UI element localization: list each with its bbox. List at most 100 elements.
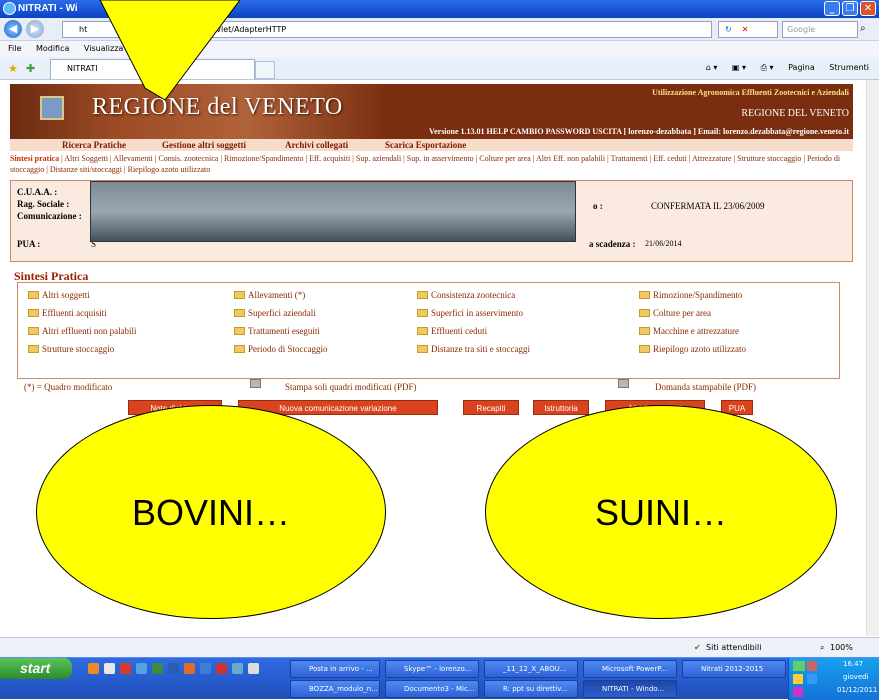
search-icon[interactable]: ⌕: [860, 23, 866, 34]
taskbar-item[interactable]: Microsoft PowerP...: [583, 660, 677, 678]
nav-gestione-altri-soggetti[interactable]: Gestione altri soggetti: [162, 139, 246, 151]
quicklaunch-icon[interactable]: [152, 663, 163, 674]
tray-icon[interactable]: [793, 661, 805, 671]
status-zoom[interactable]: 100%: [830, 643, 853, 652]
quicklaunch-icon[interactable]: [104, 663, 115, 674]
bovini-oval: BOVINI…: [36, 405, 386, 619]
sintesi-grid: Altri soggetti Allevamenti (*) Consisten…: [17, 282, 840, 379]
banner-logo-text: REGIONE del VENETO: [92, 94, 343, 120]
subnav-links[interactable]: | Altri Soggetti | Allevamenti | Consis.…: [10, 154, 840, 174]
clock-time[interactable]: 16.47: [843, 660, 863, 668]
minimize-button[interactable]: _: [824, 1, 840, 16]
banner-version-line[interactable]: Versione 1.13.01 HELP CAMBIO PASSWORD US…: [429, 127, 849, 136]
nav-scarica-esportazione[interactable]: Scarica Esportazione: [385, 139, 466, 151]
folder-icon: [234, 327, 245, 335]
link-allevamenti[interactable]: Allevamenti (*): [234, 290, 305, 300]
link-altri-effluenti[interactable]: Altri effluenti non palabili: [28, 326, 137, 336]
quicklaunch-icon[interactable]: [136, 663, 147, 674]
taskbar-item[interactable]: _11_12_X_ABOU...: [484, 660, 578, 678]
subnav-active[interactable]: Sintesi pratica: [10, 154, 59, 163]
tab-nitrati[interactable]: NITRATI: [50, 59, 255, 79]
taskbar-item[interactable]: BOZZA_modulo_n...: [290, 680, 380, 698]
start-button[interactable]: start: [0, 658, 72, 679]
tray-icon[interactable]: [807, 661, 817, 671]
link-distanze-siti[interactable]: Distanze tra siti e stoccaggi: [417, 344, 530, 354]
strumenti-menu[interactable]: Strumenti: [829, 63, 869, 72]
link-effluenti-acquisiti[interactable]: Effluenti acquisiti: [28, 308, 107, 318]
nav-archivi-collegati[interactable]: Archivi collegati: [285, 139, 348, 151]
banner-app-title: Utilizzazione Agronomica Effluenti Zoote…: [652, 88, 849, 97]
link-superfici-aziendali[interactable]: Superfici aziendali: [234, 308, 316, 318]
quicklaunch-icon[interactable]: [120, 663, 131, 674]
print-modified-link[interactable]: Stampa soli quadri modificati (PDF): [285, 382, 416, 392]
quicklaunch-icon[interactable]: [216, 663, 227, 674]
pagina-menu[interactable]: Pagina: [788, 63, 815, 72]
clock-date[interactable]: 01/12/2011: [837, 686, 877, 694]
link-superfici-asservimento[interactable]: Superfici in asservimento: [417, 308, 523, 318]
nav-ricerca-pratiche[interactable]: Ricerca Pratiche: [62, 139, 126, 151]
menu-file[interactable]: File: [8, 44, 21, 53]
back-button[interactable]: ◀: [4, 20, 22, 38]
add-favorite-icon[interactable]: ✚: [26, 62, 35, 75]
link-periodo-stoccaggio[interactable]: Periodo di Stoccaggio: [234, 344, 328, 354]
home-icon[interactable]: ⌂ ▾: [706, 63, 718, 72]
zoom-icon[interactable]: ⌕: [820, 643, 824, 653]
quicklaunch-icon[interactable]: [88, 663, 99, 674]
taskbar-item[interactable]: Posta in arrivo - ...: [290, 660, 380, 678]
folder-icon: [639, 345, 650, 353]
scadenza-value: 21/06/2014: [645, 239, 682, 248]
link-effluenti-ceduti[interactable]: Effluenti ceduti: [417, 326, 487, 336]
banner: REGIONE del VENETO Utilizzazione Agronom…: [10, 84, 853, 139]
stato-value: CONFERMATA IL 23/06/2009: [651, 201, 765, 211]
taskbar-item[interactable]: R: ppt su direttiv...: [484, 680, 578, 698]
print-domanda-link[interactable]: Domanda stampabile (PDF): [655, 382, 756, 392]
link-colture-per-area[interactable]: Colture per area: [639, 308, 711, 318]
maximize-button[interactable]: ❐: [842, 1, 858, 16]
new-tab-button[interactable]: [255, 61, 275, 79]
link-altri-soggetti[interactable]: Altri soggetti: [28, 290, 90, 300]
quicklaunch-icon[interactable]: [248, 663, 259, 674]
forward-button[interactable]: ▶: [26, 20, 44, 38]
menu-visualizza[interactable]: Visualizza: [84, 44, 123, 53]
feeds-icon[interactable]: ▣ ▾: [732, 63, 746, 72]
printer-icon[interactable]: [250, 379, 261, 390]
taskbar-item[interactable]: Nitrati 2012-2015: [682, 660, 786, 678]
banner-region: REGIONE DEL VENETO: [741, 108, 849, 119]
refresh-stop-group[interactable]: ↻ ✕: [718, 21, 778, 38]
tray-icon[interactable]: [793, 674, 803, 684]
quicklaunch-icon[interactable]: [184, 663, 195, 674]
taskbar-item[interactable]: Documento3 - Mic...: [385, 680, 479, 698]
window-title: NITRATI - Wi: [18, 3, 78, 14]
address-input[interactable]: ht rvlet/AdapterHTTP: [62, 21, 712, 38]
link-strutture-stoccaggio[interactable]: Strutture stoccaggio: [28, 344, 114, 354]
menu-bar: File Modifica Visualizza: [0, 41, 879, 57]
link-rimozione-spandimento[interactable]: Rimozione/Spandimento: [639, 290, 743, 300]
sub-nav[interactable]: Sintesi pratica | Altri Soggetti | Allev…: [10, 153, 853, 175]
tray-icon[interactable]: [807, 674, 817, 684]
tray-icon[interactable]: [793, 687, 803, 697]
print-icon[interactable]: ⎙ ▾: [761, 63, 774, 72]
legend-modified: (*) = Quadro modificato: [24, 382, 113, 392]
favorites-star-icon[interactable]: ★: [8, 62, 18, 75]
folder-icon: [28, 345, 39, 353]
recapiti-button[interactable]: Recapiti: [463, 400, 519, 415]
link-riepilogo-azoto[interactable]: Riepilogo azoto utilizzato: [639, 344, 746, 354]
taskbar-item[interactable]: Skype™ - lorenzo...: [385, 660, 479, 678]
quicklaunch-icon[interactable]: [232, 663, 243, 674]
taskbar-item-active[interactable]: NITRATI - Windo...: [583, 680, 677, 698]
status-sites: Siti attendibili: [706, 643, 762, 652]
vertical-scrollbar[interactable]: [866, 80, 879, 636]
link-trattamenti[interactable]: Trattamenti eseguiti: [234, 326, 320, 336]
folder-icon: [234, 309, 245, 317]
link-macchine-attrezzature[interactable]: Macchine e attrezzature: [639, 326, 739, 336]
folder-icon: [417, 327, 428, 335]
menu-modifica[interactable]: Modifica: [36, 44, 69, 53]
search-input[interactable]: Google: [782, 21, 858, 38]
clock-day[interactable]: giovedì: [843, 673, 869, 681]
quicklaunch-icon[interactable]: [168, 663, 179, 674]
close-button[interactable]: ✕: [860, 1, 876, 16]
istruttoria-button[interactable]: Istruttoria: [533, 400, 589, 415]
link-consistenza-zootecnica[interactable]: Consistenza zootecnica: [417, 290, 515, 300]
quicklaunch-icon[interactable]: [200, 663, 211, 674]
printer-icon[interactable]: [618, 379, 629, 390]
